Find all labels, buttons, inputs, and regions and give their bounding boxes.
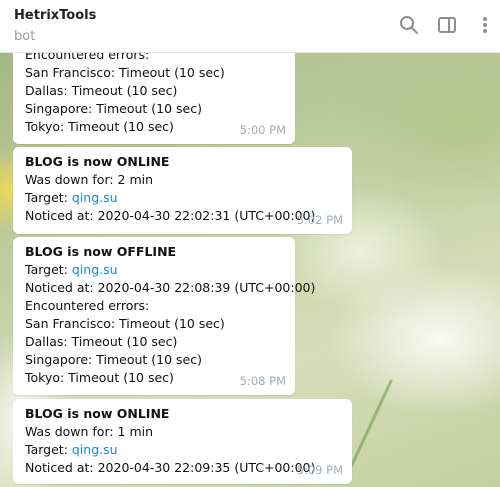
target-label: Target:	[25, 442, 72, 457]
message-timestamp: 5:08 PM	[239, 374, 286, 388]
chat-subtitle: bot	[14, 29, 36, 44]
sidebar-toggle-icon[interactable]	[437, 15, 457, 35]
message-bubble: BLOG is now OFFLINE Target: qing.su Noti…	[13, 237, 316, 395]
message-target: Target: qing.su	[25, 441, 340, 459]
target-link[interactable]: qing.su	[72, 442, 118, 457]
message-target: Target: qing.su	[25, 189, 340, 207]
message-title: BLOG is now ONLINE	[25, 406, 170, 421]
message-timestamp: 5:09 PM	[296, 463, 343, 477]
chat-title[interactable]: HetrixTools	[14, 8, 96, 23]
message-title: BLOG is now OFFLINE	[25, 244, 177, 259]
message-title: BLOG is now ONLINE	[25, 154, 170, 169]
message-target: Target: qing.su	[25, 261, 283, 279]
search-icon[interactable]	[399, 15, 419, 35]
chat-header: HetrixTools bot	[0, 0, 500, 53]
message-down-duration: Was down for: 1 min	[25, 424, 154, 439]
target-label: Target:	[25, 190, 72, 205]
message-noticed-at: Noticed at: 2020-04-30 22:02:31 (UTC+00:…	[25, 208, 316, 223]
message-timestamp: 5:02 PM	[296, 213, 343, 227]
message-down-duration: Was down for: 2 min	[25, 172, 154, 187]
message-noticed-at: Noticed at: 2020-04-30 22:09:35 (UTC+00:…	[25, 460, 316, 475]
message-text-line: Dallas: Timeout (10 sec)	[25, 334, 178, 349]
message-text-line: Encountered errors:	[25, 298, 150, 313]
target-link[interactable]: qing.su	[72, 262, 118, 277]
message-noticed-at: Noticed at: 2020-04-30 22:08:39 (UTC+00:…	[25, 280, 316, 295]
target-label: Target:	[25, 262, 72, 277]
message-text-line: Dallas: Timeout (10 sec)	[25, 83, 178, 98]
message-text-line: Singapore: Timeout (10 sec)	[25, 101, 202, 116]
message-text-line: San Francisco: Timeout (10 sec)	[25, 316, 225, 331]
message-timestamp: 5:00 PM	[239, 123, 286, 137]
more-vertical-icon[interactable]	[475, 15, 495, 35]
message-text-line: San Francisco: Timeout (10 sec)	[25, 65, 225, 80]
message-bubble: BLOG is now ONLINE Was down for: 2 min T…	[13, 147, 352, 234]
message-bubble: BLOG is now ONLINE Was down for: 1 min T…	[13, 399, 352, 484]
target-link[interactable]: qing.su	[72, 190, 118, 205]
message-text-line: Singapore: Timeout (10 sec)	[25, 352, 202, 367]
